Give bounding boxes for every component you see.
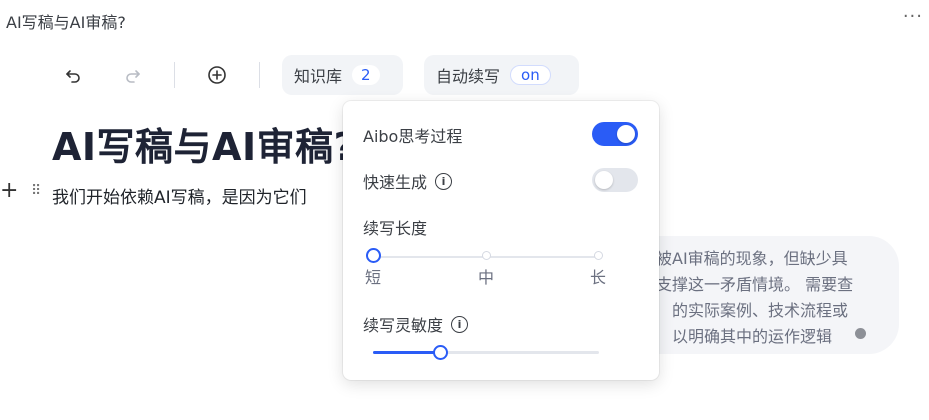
sensitivity-slider-fill: [373, 351, 441, 354]
auto-continue-button[interactable]: 自动续写 on: [424, 55, 579, 95]
aibo-thinking-text: Aibo思考过程: [363, 127, 463, 146]
sensitivity-slider-handle[interactable]: [433, 345, 449, 360]
document-heading[interactable]: AI写稿与AI审稿?: [52, 116, 356, 171]
length-option-long[interactable]: [594, 251, 603, 260]
fast-generate-toggle[interactable]: [592, 168, 638, 192]
continue-length-text: 续写长度: [363, 219, 428, 238]
length-label-short: 短: [365, 268, 382, 287]
add-block-icon[interactable]: +: [0, 178, 18, 203]
knowledge-base-button[interactable]: 知识库 2: [282, 55, 403, 95]
suggestion-line: 以明确其中的运作逻辑: [672, 327, 833, 346]
toolbar-divider: [259, 62, 260, 88]
knowledge-count-badge: 2: [352, 65, 380, 85]
length-label-long: 长: [590, 268, 607, 287]
continue-length-label: 续写长度: [363, 215, 427, 239]
toolbar-divider: [174, 62, 175, 88]
fast-generate-text: 快速生成: [363, 173, 428, 192]
auto-continue-label: 自动续写: [436, 67, 501, 86]
drag-handle-icon[interactable]: ⠿: [31, 183, 41, 199]
knowledge-base-label: 知识库: [294, 67, 343, 86]
sensitivity-text: 续写灵敏度: [363, 316, 444, 335]
sensitivity-slider-track[interactable]: [373, 351, 599, 354]
fast-generate-label: 快速生成 i: [363, 169, 453, 193]
length-option-short-selected[interactable]: [366, 248, 381, 263]
toolbar: 知识库 2 自动续写 on: [0, 55, 929, 95]
typing-cursor-dot: [855, 328, 866, 339]
auto-continue-settings-popup: Aibo思考过程 快速生成 i 续写长度 短 中 长 续写灵敏度 i: [343, 101, 659, 380]
suggestion-line: 被AI审稿的现象，但缺少具: [656, 249, 848, 268]
length-label-medium: 中: [478, 268, 495, 287]
undo-icon[interactable]: [61, 63, 85, 87]
redo-icon[interactable]: [121, 63, 145, 87]
more-icon[interactable]: ···: [903, 6, 923, 27]
info-icon[interactable]: i: [435, 172, 453, 190]
aibo-thinking-label: Aibo思考过程: [363, 123, 462, 147]
aibo-thinking-toggle[interactable]: [592, 122, 638, 146]
info-icon[interactable]: i: [451, 315, 469, 333]
paragraph-text[interactable]: 我们开始依赖AI写稿，是因为它们: [52, 183, 342, 208]
auto-continue-status-badge: on: [510, 65, 551, 85]
sensitivity-label: 续写灵敏度 i: [363, 312, 469, 336]
suggestion-line: 的实际案例、技术流程或: [672, 301, 849, 320]
length-option-medium[interactable]: [482, 251, 491, 260]
add-circle-icon[interactable]: [205, 63, 229, 87]
suggestion-line: 支撑这一矛盾情境。 需要查: [656, 275, 854, 294]
doc-title: AI写稿与AI审稿?: [6, 13, 126, 32]
